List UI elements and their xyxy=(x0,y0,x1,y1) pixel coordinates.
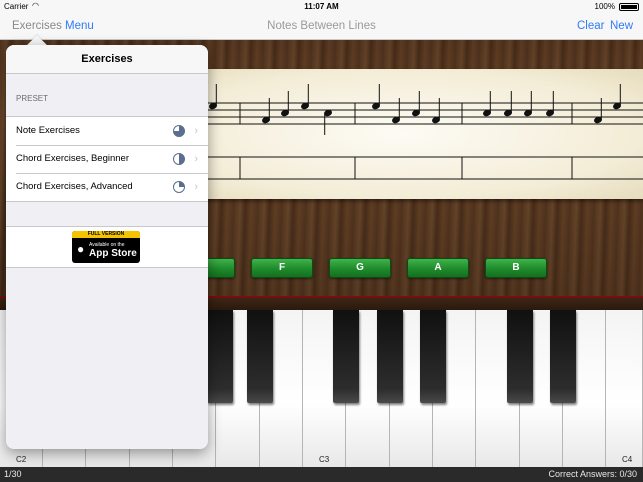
battery-icon xyxy=(619,3,639,11)
clock: 11:07 AM xyxy=(304,2,339,11)
list-item-chord-advanced[interactable]: Chord Exercises, Advanced › xyxy=(6,173,208,201)
black-key[interactable] xyxy=(247,310,273,403)
answer-button-a[interactable]: A xyxy=(407,258,469,278)
status-bar: Carrier ◠ 11:07 AM 100% xyxy=(0,0,643,14)
chevron-right-icon: › xyxy=(194,181,198,193)
apple-logo-icon: ● xyxy=(77,242,85,256)
black-key[interactable] xyxy=(550,310,576,403)
list-item-label: Chord Exercises, Beginner xyxy=(16,153,129,164)
badge-line2: App Store xyxy=(89,248,137,259)
new-button[interactable]: New xyxy=(610,20,633,32)
app-store-badge[interactable]: FULL VERSION ● Available on the App Stor… xyxy=(72,231,140,263)
correct-answers: Correct Answers: 0/30 xyxy=(548,469,637,479)
exercise-progress: 1/30 xyxy=(4,469,22,479)
list-item-chord-beginner[interactable]: Chord Exercises, Beginner › xyxy=(6,145,208,173)
answer-button-f[interactable]: F xyxy=(251,258,313,278)
music-staff xyxy=(160,84,643,180)
list-item-label: Chord Exercises, Advanced xyxy=(16,181,133,192)
battery-percent: 100% xyxy=(594,2,615,11)
answer-button-g[interactable]: G xyxy=(329,258,391,278)
key-label-c3: C3 xyxy=(319,455,330,464)
progress-pie-icon xyxy=(173,153,185,165)
black-key[interactable] xyxy=(333,310,359,403)
store-area: FULL VERSION ● Available on the App Stor… xyxy=(6,226,208,268)
page-title: Notes Between Lines xyxy=(267,20,376,32)
nav-bar: Exercises Menu Notes Between Lines Clear… xyxy=(0,14,643,40)
chevron-right-icon: › xyxy=(194,125,198,137)
list-item-note-exercises[interactable]: Note Exercises › xyxy=(6,117,208,145)
popover-title: Exercises xyxy=(6,45,208,74)
key-label-c2: C2 xyxy=(16,455,27,464)
staff-paper xyxy=(160,69,643,199)
badge-banner: FULL VERSION xyxy=(72,231,140,238)
progress-pie-icon xyxy=(173,125,185,137)
white-key[interactable] xyxy=(606,310,643,467)
section-header-preset: PRESET xyxy=(16,94,49,103)
clear-button[interactable]: Clear xyxy=(577,20,604,32)
key-label-c4: C4 xyxy=(622,455,633,464)
bottom-bar: 1/30 Correct Answers: 0/30 xyxy=(0,467,643,482)
list-item-label: Note Exercises xyxy=(16,125,80,136)
black-key[interactable] xyxy=(377,310,403,403)
progress-pie-icon xyxy=(173,181,185,193)
exercise-list: Note Exercises › Chord Exercises, Beginn… xyxy=(6,116,208,202)
exercises-popover: Exercises PRESET Note Exercises › Chord … xyxy=(6,45,208,449)
black-key[interactable] xyxy=(420,310,446,403)
black-key[interactable] xyxy=(207,310,233,403)
chevron-right-icon: › xyxy=(194,153,198,165)
answer-button-b[interactable]: B xyxy=(485,258,547,278)
black-key[interactable] xyxy=(507,310,533,403)
